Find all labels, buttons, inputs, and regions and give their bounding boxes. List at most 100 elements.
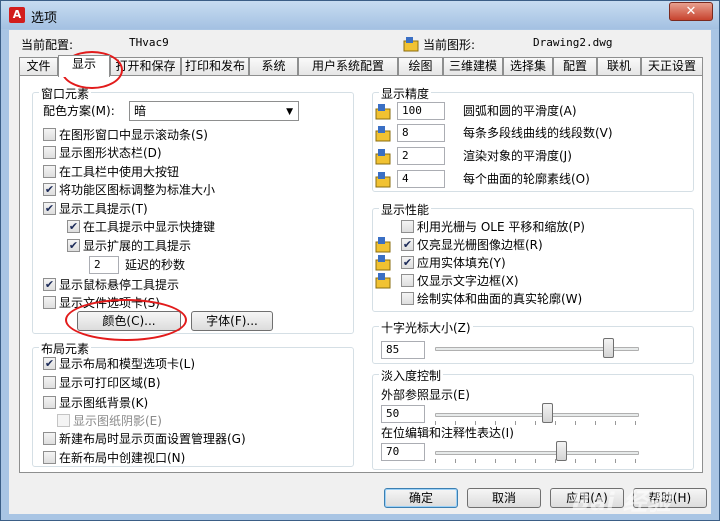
checkbox-box[interactable] [401, 274, 414, 287]
checkbox-label: 显示图纸阴影(E) [73, 414, 162, 428]
checkbox-box[interactable] [43, 357, 56, 370]
checkbox-show-scrollbars[interactable]: 在图形窗口中显示滚动条(S) [43, 127, 208, 143]
checkbox-tooltip-shortcuts[interactable]: 在工具提示中显示快捷键 [67, 219, 215, 235]
tab-drafting[interactable]: 绘图 [398, 57, 443, 76]
checkbox-show-drawing-status-bar[interactable]: 显示图形状态栏(D) [43, 145, 162, 161]
arc-smoothness-input[interactable]: 100 [397, 102, 445, 120]
xref-display-input[interactable]: 50 [381, 405, 425, 423]
display-performance-group: 显示性能 利用光栅与 OLE 平移和缩放(P) 仅亮显光栅图像边框(R) 应用实… [372, 201, 694, 312]
window-title: 选项 [31, 11, 58, 26]
inplace-edit-label: 在位编辑和注释性表达(I) [381, 426, 514, 440]
polyline-segments-input[interactable]: 8 [397, 124, 445, 142]
crosshair-size-input[interactable]: 85 [381, 341, 425, 359]
checkbox-raster-frame-only[interactable]: 仅亮显光栅图像边框(R) [401, 237, 543, 253]
tooltip-delay-input[interactable]: 2 [89, 256, 119, 274]
tab-online[interactable]: 联机 [597, 57, 641, 76]
drawing-setting-icon [375, 273, 391, 289]
checkbox-box[interactable] [57, 414, 70, 427]
checkbox-rollover-tooltips[interactable]: 显示鼠标悬停工具提示 [43, 277, 179, 293]
tab-display[interactable]: 显示 [58, 55, 110, 77]
checkbox-box[interactable] [401, 292, 414, 305]
polyline-segments-label: 每条多段线曲线的线段数(V) [463, 126, 613, 140]
checkbox-box[interactable] [43, 183, 56, 196]
checkbox-extended-tooltips[interactable]: 显示扩展的工具提示 [67, 238, 191, 254]
checkbox-raster-ole-pan[interactable]: 利用光栅与 OLE 平移和缩放(P) [401, 219, 585, 235]
contour-lines-input[interactable]: 4 [397, 170, 445, 188]
checkbox-box[interactable] [43, 278, 56, 291]
inplace-edit-input[interactable]: 70 [381, 443, 425, 461]
checkbox-paper-background[interactable]: 显示图纸背景(K) [43, 395, 148, 411]
xref-display-label: 外部参照显示(E) [381, 388, 470, 402]
checkbox-label: 新建布局时显示页面设置管理器(G) [59, 432, 246, 446]
checkbox-solid-fill[interactable]: 应用实体填充(Y) [401, 255, 506, 271]
checkbox-box[interactable] [401, 238, 414, 251]
checkbox-box[interactable] [43, 146, 56, 159]
current-drawing-label: 当前图形: [423, 38, 476, 52]
checkbox-printable-area[interactable]: 显示可打印区域(B) [43, 375, 161, 391]
options-dialog: A 选项 ✕ 当前配置: THvac9 当前图形: Drawing2.dwg 文… [0, 0, 720, 521]
watermark: Bai 经验 [571, 488, 671, 516]
render-smoothness-input[interactable]: 2 [397, 147, 445, 165]
checkbox-ribbon-icons[interactable]: 将功能区图标调整为标准大小 [43, 182, 215, 198]
display-tab-panel: 窗口元素 配色方案(M): 暗 ▼ 在图形窗口中显示滚动条(S) 显示图形状态栏… [19, 75, 703, 473]
profile-row: 当前配置: THvac9 当前图形: Drawing2.dwg [17, 36, 707, 54]
tab-files[interactable]: 文件 [19, 57, 58, 76]
render-smoothness-label: 渲染对象的平滑度(J) [463, 149, 572, 163]
checkbox-create-viewport[interactable]: 在新布局中创建视口(N) [43, 450, 185, 466]
checkbox-label: 仅亮显光栅图像边框(R) [417, 238, 543, 252]
checkbox-label: 显示鼠标悬停工具提示 [59, 278, 180, 292]
checkbox-box[interactable] [43, 432, 56, 445]
checkbox-paper-shadow[interactable]: 显示图纸阴影(E) [57, 413, 162, 429]
inplace-fade-slider-thumb[interactable] [556, 441, 568, 461]
tab-profiles[interactable]: 配置 [553, 57, 597, 76]
fonts-button[interactable]: 字体(F)... [191, 311, 273, 331]
checkbox-box[interactable] [401, 220, 414, 233]
checkbox-box[interactable] [401, 256, 414, 269]
title-bar[interactable]: A 选项 ✕ [1, 1, 719, 29]
checkbox-label: 显示布局和模型选项卡(L) [59, 357, 196, 371]
xref-fade-slider-thumb[interactable] [542, 403, 554, 423]
tab-3d-modeling[interactable]: 三维建模 [443, 57, 503, 76]
crosshair-size-slider-thumb[interactable] [603, 338, 615, 358]
window-elements-group: 窗口元素 配色方案(M): 暗 ▼ 在图形窗口中显示滚动条(S) 显示图形状态栏… [32, 85, 354, 334]
close-icon[interactable]: ✕ [669, 2, 713, 21]
checkbox-box[interactable] [43, 396, 56, 409]
checkbox-box[interactable] [43, 451, 56, 464]
checkbox-page-setup-manager[interactable]: 新建布局时显示页面设置管理器(G) [43, 431, 246, 447]
checkbox-box[interactable] [67, 220, 80, 233]
checkbox-box[interactable] [67, 239, 80, 252]
checkbox-label: 在新布局中创建视口(N) [59, 451, 186, 465]
checkbox-show-tooltips[interactable]: 显示工具提示(T) [43, 201, 148, 217]
current-drawing-value: Drawing2.dwg [533, 36, 613, 49]
checkbox-true-silhouettes[interactable]: 绘制实体和曲面的真实轮廓(W) [401, 291, 582, 307]
drawing-setting-icon [375, 255, 391, 271]
checkbox-box[interactable] [43, 165, 56, 178]
xref-fade-slider-track[interactable] [435, 413, 639, 417]
checkbox-label: 在工具提示中显示快捷键 [83, 220, 216, 234]
slider-tick [595, 459, 596, 463]
ok-button[interactable]: 确定 [384, 488, 458, 508]
cancel-button[interactable]: 取消 [467, 488, 541, 508]
checkbox-box[interactable] [43, 128, 56, 141]
tab-system[interactable]: 系统 [249, 57, 298, 76]
checkbox-label: 显示图纸背景(K) [59, 396, 149, 410]
checkbox-box[interactable] [43, 296, 56, 309]
checkbox-text-boundary[interactable]: 仅显示文字边框(X) [401, 273, 519, 289]
checkbox-label: 显示图形状态栏(D) [59, 146, 162, 160]
checkbox-label: 利用光栅与 OLE 平移和缩放(P) [417, 220, 585, 234]
inplace-fade-slider-track[interactable] [435, 451, 639, 455]
tab-selection[interactable]: 选择集 [503, 57, 553, 76]
slider-tick [635, 421, 636, 425]
color-scheme-select[interactable]: 暗 ▼ [129, 101, 299, 121]
tab-user-preferences[interactable]: 用户系统配置 [298, 57, 398, 76]
tab-tangent-settings[interactable]: 天正设置 [641, 57, 703, 76]
slider-tick [475, 459, 476, 463]
checkbox-box[interactable] [43, 376, 56, 389]
display-resolution-title: 显示精度 [379, 85, 432, 102]
slider-tick [555, 421, 556, 425]
checkbox-box[interactable] [43, 202, 56, 215]
slider-tick [535, 421, 536, 425]
tab-plot-publish[interactable]: 打印和发布 [181, 57, 249, 76]
checkbox-layout-model-tabs[interactable]: 显示布局和模型选项卡(L) [43, 356, 195, 372]
checkbox-large-buttons[interactable]: 在工具栏中使用大按钮 [43, 164, 179, 180]
